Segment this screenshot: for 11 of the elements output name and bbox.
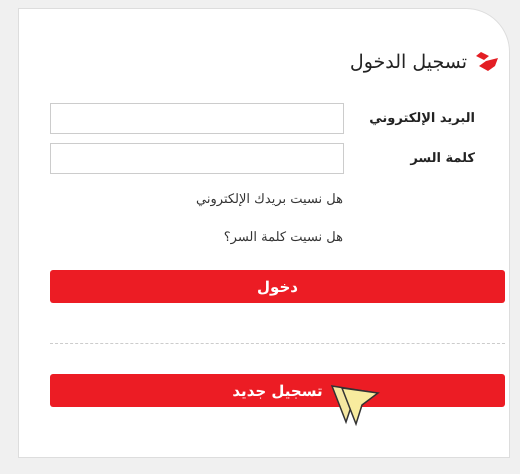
field-label: كلمة السر [408, 151, 475, 166]
cursor-icon [330, 384, 380, 428]
register-button[interactable]: تسجيل جديد [50, 374, 505, 407]
email-field[interactable] [50, 103, 344, 134]
login-button[interactable]: دخول [50, 270, 505, 303]
password-field[interactable] [50, 143, 344, 174]
page-title: تسجيل الدخول [350, 51, 467, 73]
forgot-link[interactable]: هل نسيت بريدك الإلكتروني [196, 192, 343, 207]
logo-icon [475, 51, 499, 73]
forgot-link[interactable]: هل نسيت كلمة السر؟ [224, 230, 343, 245]
field-label: البريد الإلكتروني [368, 111, 475, 126]
